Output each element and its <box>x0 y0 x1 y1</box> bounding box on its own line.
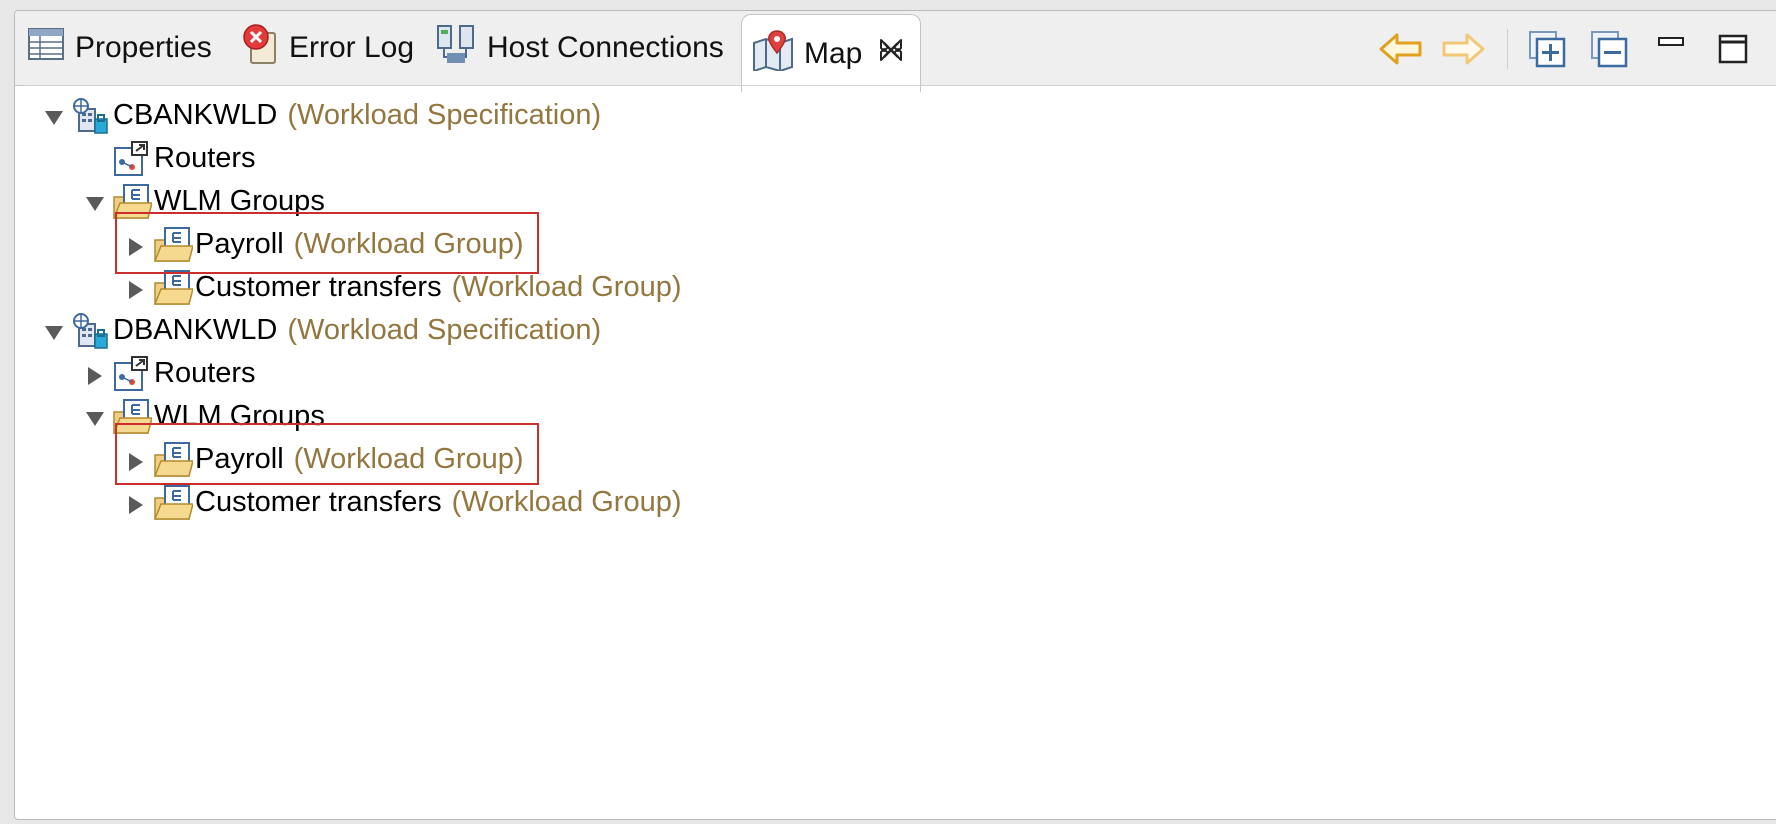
workload-group-folder-icon <box>153 484 194 522</box>
tab-map[interactable]: Map <box>741 14 922 92</box>
expanded-twistie-icon[interactable] <box>43 104 65 126</box>
maximize-icon[interactable] <box>1711 29 1755 69</box>
tab-error-log-label: Error Log <box>289 31 415 64</box>
tree-node-name: Customer transfers <box>195 486 442 518</box>
collapsed-twistie-icon[interactable] <box>125 491 147 514</box>
tree-node-type: (Workload Specification) <box>287 99 602 131</box>
expanded-twistie-icon[interactable] <box>43 319 65 341</box>
error-log-icon <box>241 23 279 73</box>
routers-icon <box>112 355 150 393</box>
tree-node-name: CBANKWLD <box>113 99 278 131</box>
tree-row[interactable]: Routers <box>88 352 256 395</box>
tree-node-name: DBANKWLD <box>113 314 278 346</box>
close-tab-icon[interactable] <box>876 35 906 73</box>
routers-icon <box>112 140 150 178</box>
tab-properties[interactable]: Properties <box>27 11 212 85</box>
forward-arrow-icon[interactable] <box>1439 29 1487 69</box>
tab-properties-label: Properties <box>75 31 212 64</box>
expanded-twistie-icon[interactable] <box>84 190 106 212</box>
tree-node-type: (Workload Group) <box>451 486 682 518</box>
map-tree[interactable]: CBANKWLD (Workload Specification) Routers W… <box>25 85 1776 819</box>
tree-node-type: (Workload Group) <box>451 271 682 303</box>
collapse-all-icon[interactable] <box>1587 29 1631 69</box>
workload-group-folder-icon <box>153 269 194 307</box>
host-connections-icon <box>435 23 477 73</box>
minimize-icon[interactable] <box>1649 29 1693 69</box>
toolbar-separator <box>1507 29 1508 69</box>
collapsed-twistie-icon[interactable] <box>125 276 147 299</box>
tab-map-label: Map <box>804 36 863 70</box>
tree-row[interactable]: DBANKWLD (Workload Specification) <box>45 309 602 352</box>
tab-host-connections-label: Host Connections <box>487 31 724 64</box>
tree-row[interactable]: Customer transfers (Workload Group) <box>129 481 682 524</box>
tab-error-log[interactable]: Error Log <box>241 11 414 85</box>
view-tab-bar: Properties Error Log Host Connections Ma… <box>15 11 1776 92</box>
expanded-twistie-icon[interactable] <box>84 405 106 427</box>
collapsed-twistie-icon[interactable] <box>84 362 106 385</box>
tree-node-name: Routers <box>154 357 256 389</box>
tree-node-name: Customer transfers <box>195 271 442 303</box>
highlight-box <box>115 423 539 485</box>
tab-host-connections[interactable]: Host Connections <box>435 11 724 85</box>
tree-row[interactable]: Routers <box>112 137 256 180</box>
properties-icon <box>27 27 65 69</box>
expand-all-icon[interactable] <box>1525 29 1569 69</box>
workload-specification-icon <box>71 312 109 350</box>
map-view-panel: Properties Error Log Host Connections Ma… <box>14 10 1776 820</box>
tree-node-type: (Workload Specification) <box>287 314 602 346</box>
back-arrow-icon[interactable] <box>1377 29 1425 69</box>
tree-row[interactable]: CBANKWLD (Workload Specification) <box>45 94 602 137</box>
map-icon <box>752 29 794 79</box>
highlight-box <box>115 212 539 274</box>
workload-specification-icon <box>71 97 109 135</box>
tree-node-name: Routers <box>154 142 256 174</box>
